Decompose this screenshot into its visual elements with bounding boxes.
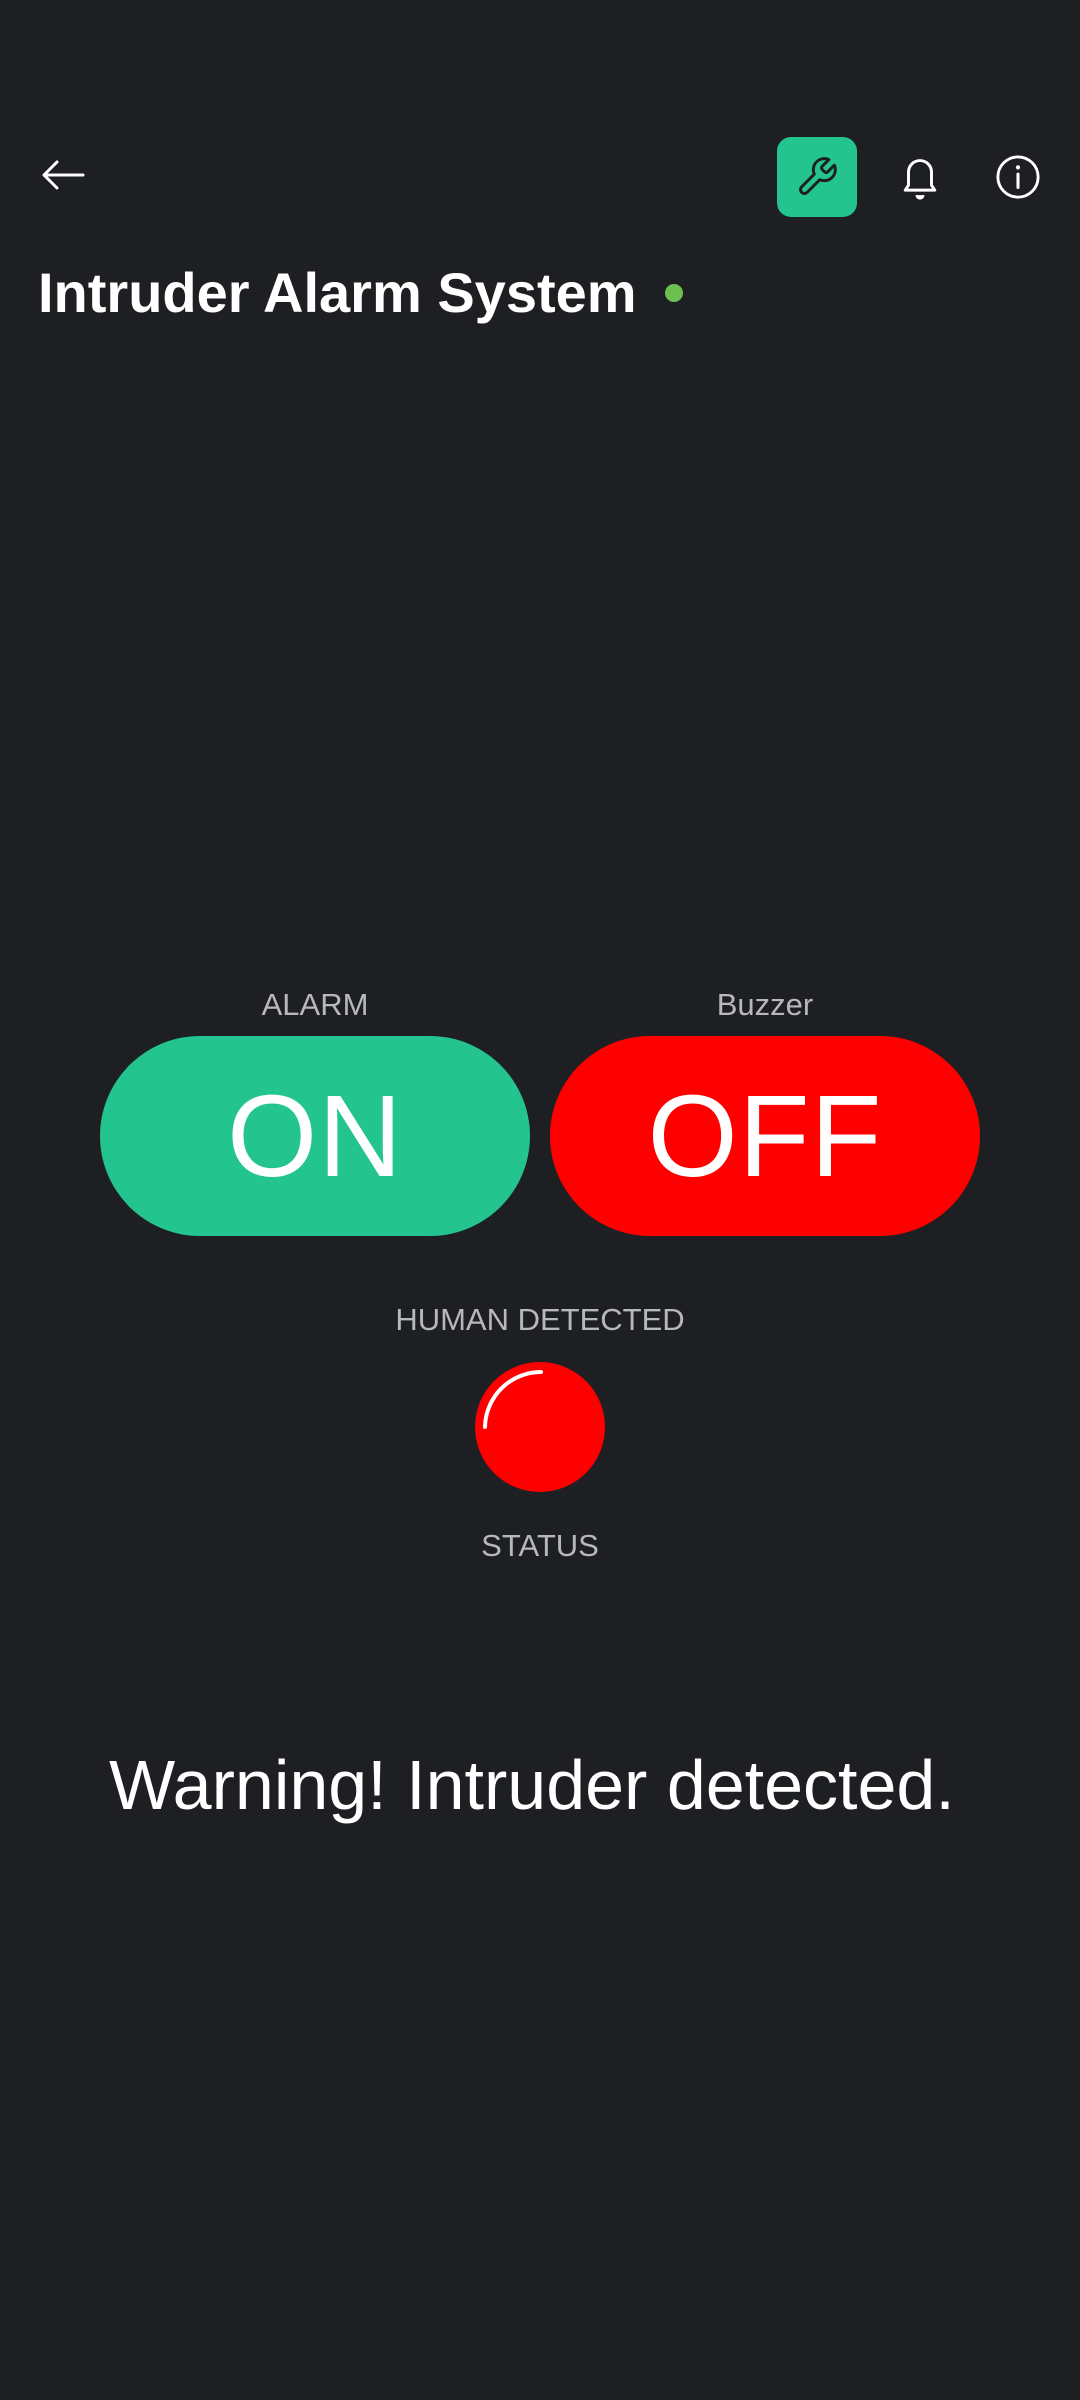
arrow-left-icon (42, 160, 85, 190)
wrench-icon (799, 157, 837, 195)
device-name: Intruder Alarm System (38, 261, 637, 324)
online-status-dot (664, 284, 683, 302)
buzzer-switch[interactable]: OFF (550, 1036, 980, 1236)
info-icon (996, 155, 1040, 199)
alarm-label: ALARM (261, 987, 369, 1022)
human-detected-led (475, 1362, 605, 1492)
warning-message: Warning! Intruder detected. (109, 1746, 955, 1824)
back-button[interactable] (28, 140, 98, 210)
buzzer-label: Buzzer (716, 987, 814, 1022)
notifications-button[interactable] (880, 137, 960, 217)
settings-button[interactable] (777, 137, 857, 217)
info-button[interactable] (978, 137, 1058, 217)
human-detected-label: HUMAN DETECTED (395, 1302, 685, 1337)
page-title: Intruder Alarm System (38, 258, 683, 328)
status-label: STATUS (481, 1528, 599, 1563)
alarm-switch[interactable]: ON (100, 1036, 530, 1236)
bell-icon (903, 159, 937, 200)
